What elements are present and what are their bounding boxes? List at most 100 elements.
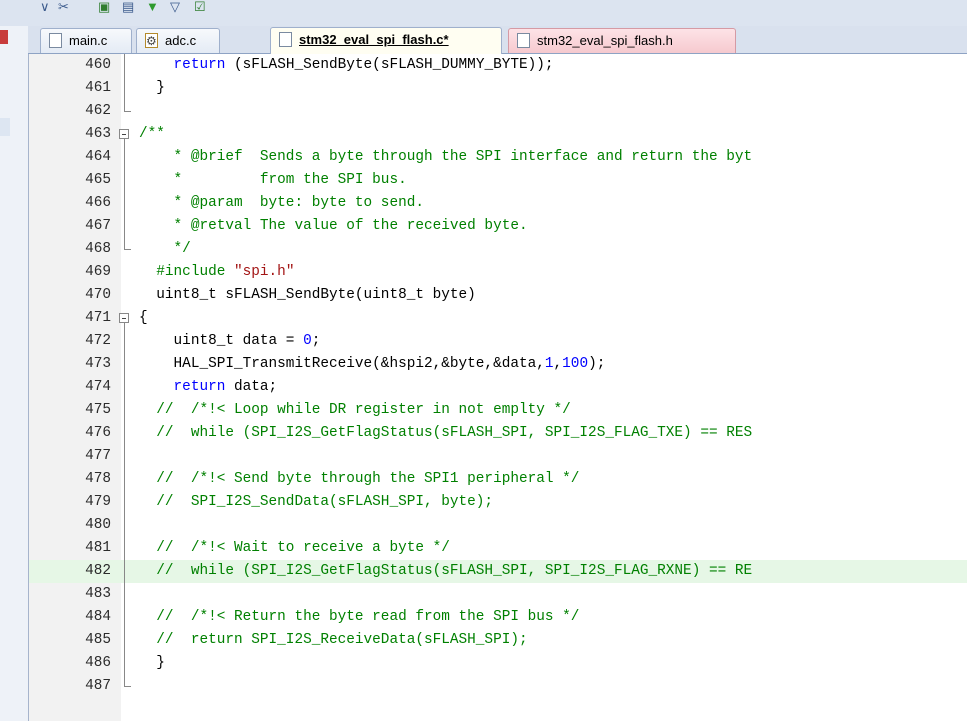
code-text: * from the SPI bus.: [139, 172, 407, 188]
line-number: 467: [85, 218, 111, 234]
toolbar-down-arrow-icon[interactable]: ▼: [146, 0, 159, 14]
line-number: 486: [85, 655, 111, 671]
code-line[interactable]: 463 /**: [29, 123, 967, 146]
code-line[interactable]: 468 */: [29, 238, 967, 261]
line-number: 479: [85, 494, 111, 510]
code-line[interactable]: 464 * @brief Sends a byte through the SP…: [29, 146, 967, 169]
line-number: 462: [85, 103, 111, 119]
fold-line: [118, 399, 132, 422]
fold-line: [118, 238, 132, 261]
toolbar-check-icon[interactable]: ☑: [194, 0, 206, 14]
code-line[interactable]: 478 // /*!< Send byte through the SPI1 p…: [29, 468, 967, 491]
code-line[interactable]: 487: [29, 675, 967, 698]
code-line[interactable]: 460 return (sFLASH_SendByte(sFLASH_DUMMY…: [29, 54, 967, 77]
fold-line: [118, 54, 132, 77]
fold-line: [118, 215, 132, 238]
tab-main-c[interactable]: main.c: [40, 28, 132, 53]
line-number: 471: [85, 310, 111, 326]
toolbar-dropdown-icon[interactable]: ∨: [40, 0, 50, 14]
fold-line: [118, 330, 132, 353]
code-text: // while (SPI_I2S_GetFlagStatus(sFLASH_S…: [139, 425, 753, 441]
code-text: }: [139, 80, 165, 96]
line-number: 480: [85, 517, 111, 533]
code-text: // return SPI_I2S_ReceiveData(sFLASH_SPI…: [139, 632, 528, 648]
line-number: 487: [85, 678, 111, 694]
code-text: * @brief Sends a byte through the SPI in…: [139, 149, 753, 165]
fold-toggle-icon[interactable]: [118, 307, 132, 330]
line-number: 463: [85, 126, 111, 142]
code-text: * @retval The value of the received byte…: [139, 218, 528, 234]
code-text: // /*!< Wait to receive a byte */: [139, 540, 450, 556]
toolbar: ∨ ✂ ▣ ▤ ▼ ▽ ☑: [0, 0, 967, 26]
tab-stm32-eval-spi-flash-h[interactable]: stm32_eval_spi_flash.h: [508, 28, 736, 53]
fold-toggle-icon[interactable]: [118, 123, 132, 146]
fold-line: [118, 675, 132, 698]
line-number: 485: [85, 632, 111, 648]
code-line[interactable]: 485 // return SPI_I2S_ReceiveData(sFLASH…: [29, 629, 967, 652]
code-line[interactable]: 479 // SPI_I2S_SendData(sFLASH_SPI, byte…: [29, 491, 967, 514]
toolbar-filter-icon[interactable]: ▽: [170, 0, 180, 14]
toolbar-find-icon[interactable]: ✂: [58, 0, 69, 14]
code-text: uint8_t sFLASH_SendByte(uint8_t byte): [139, 287, 476, 303]
fold-line: [118, 468, 132, 491]
code-text: // SPI_I2S_SendData(sFLASH_SPI, byte);: [139, 494, 494, 510]
line-number: 477: [85, 448, 111, 464]
code-text: HAL_SPI_TransmitReceive(&hspi2,&byte,&da…: [139, 356, 606, 372]
code-line[interactable]: 484 // /*!< Return the byte read from th…: [29, 606, 967, 629]
file-icon: [517, 33, 530, 48]
code-text: return (sFLASH_SendByte(sFLASH_DUMMY_BYT…: [173, 57, 554, 73]
code-line[interactable]: 477: [29, 445, 967, 468]
fold-line: [118, 491, 132, 514]
fold-line: [118, 100, 132, 123]
code-text: // /*!< Send byte through the SPI1 perip…: [139, 471, 580, 487]
toolbar-layout-icon[interactable]: ▤: [122, 0, 134, 14]
fold-line: [118, 169, 132, 192]
fold-line: [118, 652, 132, 675]
code-line[interactable]: 466 * @param byte: byte to send.: [29, 192, 967, 215]
line-number: 464: [85, 149, 111, 165]
error-marker: [0, 30, 8, 44]
code-line[interactable]: 465 * from the SPI bus.: [29, 169, 967, 192]
tab-label: stm32_eval_spi_flash.h: [537, 33, 673, 48]
line-number: 469: [85, 264, 111, 280]
code-text: * @param byte: byte to send.: [139, 195, 424, 211]
code-line[interactable]: 467 * @retval The value of the received …: [29, 215, 967, 238]
code-line[interactable]: 474 return data;: [29, 376, 967, 399]
code-line[interactable]: 486 }: [29, 652, 967, 675]
code-text: // /*!< Loop while DR register in not em…: [139, 402, 571, 418]
tab-stm32-eval-spi-flash-c[interactable]: stm32_eval_spi_flash.c*: [270, 27, 502, 54]
code-text: uint8_t data = 0;: [139, 333, 321, 349]
toolbar-window-icon[interactable]: ▣: [98, 0, 110, 14]
file-icon: [49, 33, 62, 48]
code-line[interactable]: 472 uint8_t data = 0;: [29, 330, 967, 353]
line-number: 475: [85, 402, 111, 418]
fold-line: [118, 146, 132, 169]
line-number: 460: [85, 57, 111, 73]
code-line[interactable]: 462: [29, 100, 967, 123]
editor-tab-bar: main.c adc.c stm32_eval_spi_flash.c* stm…: [28, 26, 967, 54]
fold-line: [118, 77, 132, 100]
code-line[interactable]: 469 #include "spi.h": [29, 261, 967, 284]
code-line[interactable]: 473 HAL_SPI_TransmitReceive(&hspi2,&byte…: [29, 353, 967, 376]
line-number: 481: [85, 540, 111, 556]
code-line[interactable]: 481 // /*!< Wait to receive a byte */: [29, 537, 967, 560]
code-line[interactable]: 461 }: [29, 77, 967, 100]
code-line[interactable]: 471 {: [29, 307, 967, 330]
tab-adc-c[interactable]: adc.c: [136, 28, 220, 53]
gear-file-icon: [145, 30, 158, 53]
code-line[interactable]: 483: [29, 583, 967, 606]
code-line[interactable]: 482 // while (SPI_I2S_GetFlagStatus(sFLA…: [29, 560, 967, 583]
code-text: // /*!< Return the byte read from the SP…: [139, 609, 580, 625]
code-line[interactable]: 480: [29, 514, 967, 537]
panel-row: [0, 118, 10, 136]
code-editor[interactable]: 460 return (sFLASH_SendByte(sFLASH_DUMMY…: [28, 54, 967, 721]
code-text: #include "spi.h": [139, 264, 295, 280]
fold-line: [118, 629, 132, 652]
code-line[interactable]: 470 uint8_t sFLASH_SendByte(uint8_t byte…: [29, 284, 967, 307]
code-line[interactable]: 476 // while (SPI_I2S_GetFlagStatus(sFLA…: [29, 422, 967, 445]
fold-line: [118, 514, 132, 537]
tab-label: main.c: [69, 33, 108, 48]
code-text: }: [139, 655, 165, 671]
fold-line: [118, 192, 132, 215]
code-line[interactable]: 475 // /*!< Loop while DR register in no…: [29, 399, 967, 422]
